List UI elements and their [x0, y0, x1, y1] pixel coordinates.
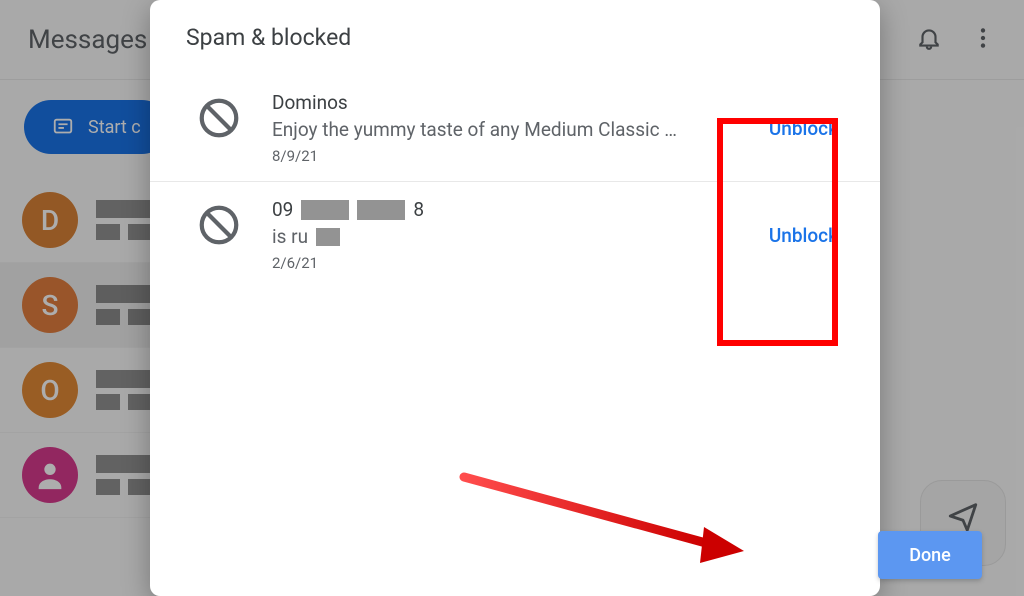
unblock-button[interactable]: Unblock	[763, 115, 844, 142]
done-button[interactable]: Done	[878, 531, 982, 579]
blocked-item: 098 is ru 2/6/21 Unblock	[150, 181, 880, 288]
blocked-list: Dominos Enjoy the yummy taste of any Medi…	[150, 61, 880, 288]
blocked-item-name: 098	[272, 198, 753, 221]
blocked-item-text: Dominos Enjoy the yummy taste of any Medi…	[272, 91, 753, 165]
blocked-item-preview: is ru	[272, 225, 753, 248]
spam-blocked-dialog: Spam & blocked Dominos Enjoy the yummy ta…	[150, 0, 880, 596]
blocked-item-name: Dominos	[272, 91, 753, 114]
blocked-item-preview: Enjoy the yummy taste of any Medium Clas…	[272, 118, 753, 141]
blocked-item-date: 8/9/21	[272, 147, 753, 165]
blocked-item-text: 098 is ru 2/6/21	[272, 198, 753, 272]
unblock-button[interactable]: Unblock	[763, 222, 844, 249]
block-icon	[196, 95, 242, 141]
blocked-item-date: 2/6/21	[272, 254, 753, 272]
block-icon	[196, 202, 242, 248]
dialog-title: Spam & blocked	[150, 22, 880, 61]
blocked-item: Dominos Enjoy the yummy taste of any Medi…	[150, 75, 880, 181]
